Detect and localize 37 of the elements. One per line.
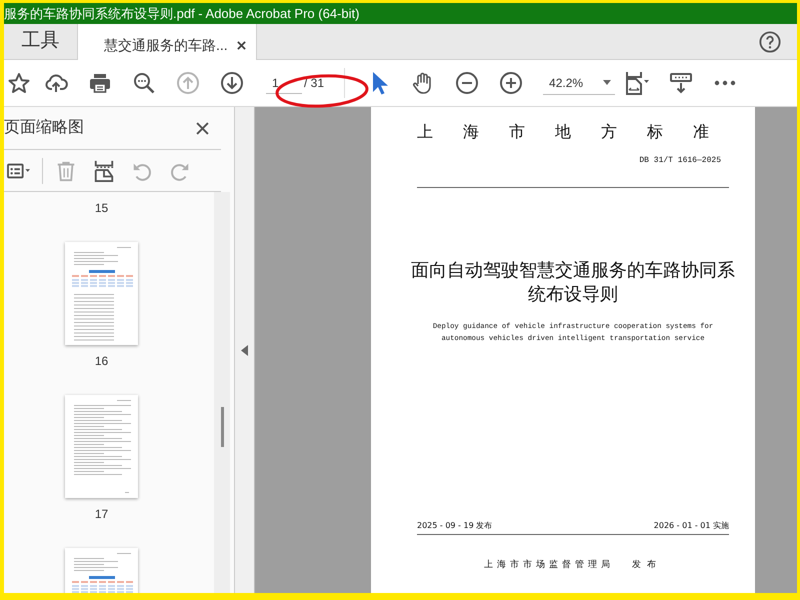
effective-date: 2026 - 01 - 01 实施 — [654, 520, 729, 532]
scrollbar-thumb[interactable] — [221, 407, 224, 447]
page-total: / 31 — [304, 75, 324, 92]
more-icon — [713, 80, 738, 86]
search-icon — [132, 71, 156, 95]
tab[interactable]: 慧交通服务的车路... — [78, 24, 257, 60]
publish-label: 发布 — [632, 559, 662, 572]
page-number: 17 — [94, 506, 108, 523]
page-number: 16 — [94, 353, 108, 370]
page-thumbnail[interactable] — [65, 242, 138, 345]
standard-code: DB 31/T 1616—2025 — [639, 155, 721, 167]
document-title: 面向自动驾驶智慧交通服务的车路协同系统布设导则 — [410, 259, 736, 307]
page-number: 15 — [94, 200, 108, 217]
arrow-down-circle-icon — [220, 71, 244, 95]
zoom-out-icon — [455, 71, 480, 95]
collapse-arrow-icon — [241, 344, 248, 356]
print-icon — [88, 71, 112, 95]
close-icon[interactable] — [196, 122, 209, 134]
zoom-value: 42.2% — [549, 74, 584, 92]
arrow-up-circle-icon — [176, 71, 200, 95]
standard-heading: 上海市地方标准 — [417, 121, 739, 143]
trash-icon — [55, 160, 77, 182]
help-icon[interactable] — [759, 30, 781, 52]
star-icon — [7, 71, 31, 95]
issue-date: 2025 - 09 - 19 发布 — [417, 520, 492, 532]
scrollbar-track[interactable] — [214, 192, 230, 593]
caret-icon — [603, 80, 612, 85]
page-number-field[interactable]: 1 — [266, 72, 302, 94]
window-title: 服务的车路协同系统布设导则.pdf - Adobe Acrobat Pro (64-bit) — [4, 3, 797, 24]
close-tab-icon[interactable] — [237, 40, 246, 50]
publisher: 上海市市场监督管理局 — [484, 559, 614, 572]
page-thumbnail[interactable] — [65, 395, 138, 498]
insert-page-icon — [93, 160, 115, 182]
panel-title: 页面缩略图 — [4, 118, 84, 138]
zoom-field[interactable]: 42.2% — [543, 71, 616, 95]
keyboard-arrow-icon — [669, 71, 694, 95]
zoom-in-icon — [499, 71, 524, 95]
